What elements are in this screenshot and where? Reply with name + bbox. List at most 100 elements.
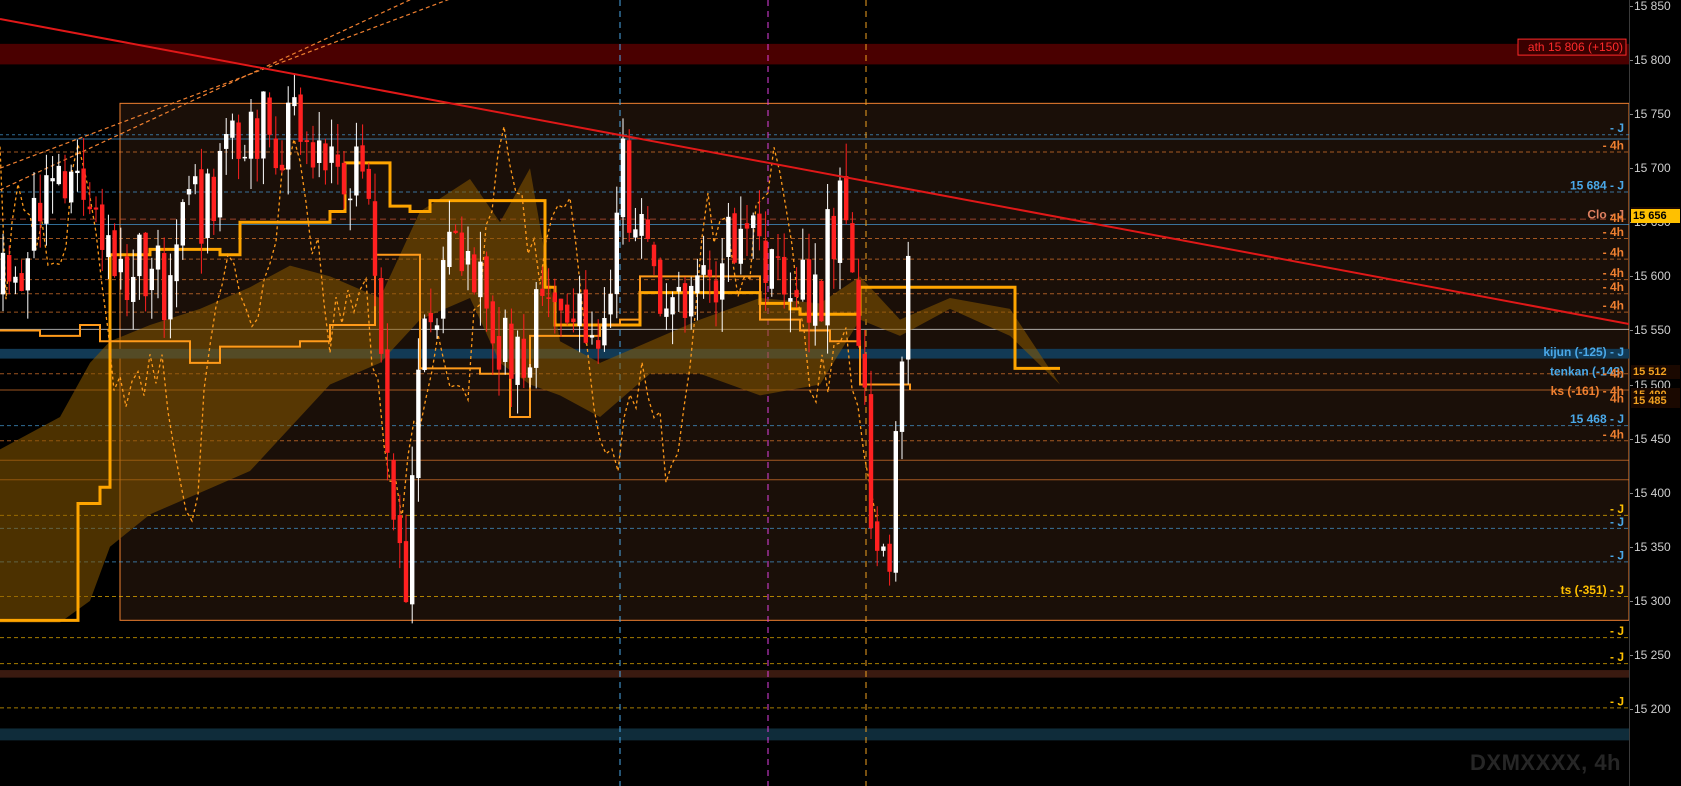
bottom-zone: [0, 728, 1629, 741]
candle-body: [255, 118, 260, 159]
candle-body: [893, 431, 898, 573]
price-chart[interactable]: ath 15 806 (+150)- J- 4h15 684 - JClo - …: [0, 0, 1629, 786]
candle-body: [490, 301, 495, 344]
candle-body: [744, 223, 750, 229]
candle-body: [379, 278, 384, 354]
candle-body: [496, 336, 502, 370]
candle-body: [565, 304, 570, 323]
level-annotation: - J: [1610, 624, 1624, 638]
candle-body: [69, 171, 74, 203]
candle-body: [7, 255, 12, 282]
candle-body: [862, 353, 867, 388]
candle-body: [366, 168, 371, 199]
chart-stage: ath 15 806 (+150) - J- 4h 15 684 - J Clo - …: [0, 0, 1681, 786]
candle-body: [323, 143, 328, 171]
level-annotation: - 4h: [1603, 139, 1624, 153]
candle-body: [348, 198, 353, 201]
candle-body: [577, 293, 582, 327]
candle-body: [124, 256, 130, 301]
candle-body: [310, 142, 316, 168]
candle-body: [757, 213, 762, 237]
level-annotation: - J: [1610, 502, 1624, 516]
candle-body: [558, 298, 564, 311]
candle-body: [385, 349, 390, 453]
price-tick-mark: [1630, 546, 1633, 548]
candle-body: [31, 197, 37, 251]
candle-body: [627, 140, 632, 233]
price-tick-label: 15 350: [1634, 539, 1671, 554]
price-tick-label: 15 750: [1634, 107, 1671, 122]
candle-body: [341, 162, 347, 195]
candle-body: [180, 202, 185, 246]
candle-body: [881, 546, 886, 551]
candle-body: [38, 202, 43, 222]
candle-body: [211, 176, 216, 222]
price-tick-label: 15 250: [1634, 647, 1671, 662]
candle-body: [645, 219, 650, 240]
level-annotation: - J: [1610, 694, 1624, 708]
level-annotation: 4h: [1610, 211, 1624, 225]
candle-body: [193, 176, 198, 185]
candle-body: [422, 318, 427, 371]
candle-body: [25, 258, 30, 291]
candle-body: [453, 230, 458, 233]
candle-body: [168, 275, 173, 320]
candle-body: [143, 232, 148, 297]
candle-body: [738, 228, 743, 264]
price-tick-label: 15 800: [1634, 53, 1671, 68]
candle-body: [149, 268, 154, 291]
candle-body: [286, 102, 291, 170]
candle-body: [806, 259, 812, 323]
candle-body: [317, 140, 322, 163]
candle-body: [19, 273, 24, 291]
candle-body: [292, 97, 297, 107]
candle-body: [354, 146, 359, 196]
candle-body: [335, 154, 340, 167]
candle-body: [633, 229, 638, 238]
price-tag: 15 512: [1631, 364, 1680, 379]
candle-body: [503, 317, 508, 362]
candle-body: [689, 285, 694, 317]
level-annotation: - 4h: [1603, 427, 1624, 441]
candle-body: [465, 250, 471, 265]
candle-body: [552, 292, 557, 303]
price-tick-label: 15 850: [1634, 0, 1671, 13]
candle-body: [50, 178, 55, 182]
candle-body: [131, 276, 136, 302]
candle-body: [589, 335, 595, 338]
level-annotation: - J: [1610, 121, 1624, 135]
level-annotation: 4h: [1610, 392, 1624, 406]
candle-body: [775, 256, 781, 258]
candle-body: [676, 286, 681, 292]
candle-body: [515, 336, 520, 385]
level-annotation: - J: [1610, 650, 1624, 664]
candle-body: [546, 297, 551, 299]
candle-body: [360, 145, 365, 172]
candle-body: [397, 515, 402, 544]
candle-body: [782, 256, 787, 295]
candle-body: [751, 215, 756, 229]
candle-body: [155, 245, 161, 270]
price-axis[interactable]: 15 85015 80015 75015 70015 65015 60015 5…: [1629, 0, 1681, 786]
candle-body: [571, 318, 576, 323]
candle-body: [596, 340, 601, 349]
price-tick-mark: [1630, 276, 1633, 278]
candle-body: [112, 230, 117, 277]
last-price-tag: 15 656: [1631, 208, 1680, 223]
price-tick-label: 15 700: [1634, 161, 1671, 176]
price-tick-mark: [1630, 114, 1633, 116]
candle-body: [844, 175, 849, 221]
candle-body: [602, 318, 607, 346]
candle-body: [205, 173, 210, 239]
candle-body: [906, 255, 911, 360]
candle-body: [62, 171, 68, 199]
candle-body: [850, 223, 855, 273]
candle-body: [81, 168, 86, 200]
candle-body: [174, 244, 179, 282]
price-tick-mark: [1630, 654, 1633, 656]
candle-body: [682, 283, 688, 318]
ath-label: ath 15 806 (+150): [1517, 38, 1627, 56]
candle-body: [100, 204, 105, 250]
level-annotation: - 4h: [1603, 246, 1624, 260]
candle-body: [199, 169, 204, 244]
